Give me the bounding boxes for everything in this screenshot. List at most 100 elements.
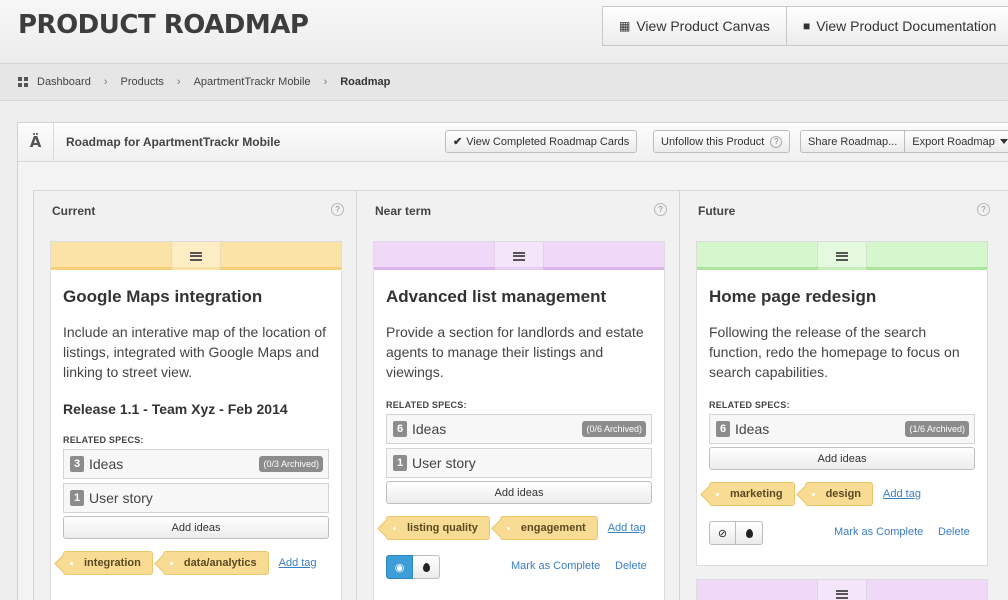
spec-row-ideas[interactable]: 3 Ideas (0/3 Archived)	[63, 449, 329, 479]
spec-name: Ideas	[412, 421, 447, 437]
share-export-group: Share Roadmap... Export Roadmap	[800, 130, 1008, 153]
drag-handle-icon[interactable]	[817, 242, 867, 270]
add-tag-link[interactable]: Add tag	[279, 557, 317, 569]
card-icon-buttons: ⊘	[709, 521, 763, 545]
spec-row-user-story[interactable]: 1 User story	[63, 483, 329, 513]
briefcase-icon: ■	[802, 19, 811, 33]
chevron-right-icon: ›	[103, 76, 108, 88]
caret-down-icon	[999, 139, 1008, 144]
card-color-bar	[51, 242, 341, 270]
delete-link[interactable]: Delete	[938, 526, 970, 538]
breadcrumb-dashboard[interactable]: Dashboard	[37, 76, 91, 88]
archived-badge: (0/3 Archived)	[259, 456, 323, 472]
spec-name: Ideas	[89, 456, 124, 472]
add-tag-link[interactable]: Add tag	[883, 488, 921, 500]
column-title: Current	[52, 204, 96, 218]
view-product-canvas-label: View Product Canvas	[636, 18, 770, 34]
tag-list: integration data/analytics Add tag	[63, 551, 329, 575]
chevron-right-icon: ›	[323, 76, 328, 88]
view-product-documentation-button[interactable]: ■ View Product Documentation	[786, 6, 1008, 46]
spec-row-ideas[interactable]: 6 Ideas (0/6 Archived)	[386, 414, 652, 444]
panel-title: Roadmap for ApartmentTrackr Mobile	[66, 135, 281, 149]
spec-name: User story	[412, 455, 476, 471]
grid-icon: ▦	[619, 19, 631, 33]
tag-integration[interactable]: integration	[63, 551, 153, 575]
spec-count: 1	[393, 455, 407, 471]
eye-hidden-icon[interactable]: ⊘	[709, 521, 736, 545]
tag-data-analytics[interactable]: data/analytics	[162, 551, 269, 575]
card-title[interactable]: Google Maps integration	[63, 287, 329, 307]
drag-handle-icon[interactable]	[817, 580, 867, 600]
help-icon[interactable]: ?	[654, 203, 667, 216]
tag-list: marketing design Add tag	[709, 482, 975, 506]
roadmap-card[interactable]: Google Maps integration Include an inter…	[50, 241, 342, 600]
add-ideas-button[interactable]: Add ideas	[63, 516, 329, 539]
spec-row-user-story[interactable]: 1 User story	[386, 448, 652, 478]
card-footer: ◉ Mark as Complete Delete	[386, 555, 652, 579]
breadcrumb-product[interactable]: ApartmentTrackr Mobile	[194, 76, 311, 88]
archived-badge: (1/6 Archived)	[905, 421, 969, 437]
breadcrumb-products[interactable]: Products	[121, 76, 164, 88]
related-specs-label: RELATED SPECS:	[386, 400, 467, 410]
add-tag-link[interactable]: Add tag	[608, 522, 646, 534]
roadmap-card[interactable]	[696, 579, 988, 600]
view-product-canvas-button[interactable]: ▦ View Product Canvas	[602, 6, 787, 46]
drag-handle-icon[interactable]	[494, 242, 544, 270]
share-roadmap-button[interactable]: Share Roadmap...	[800, 130, 906, 153]
card-color-bar	[697, 580, 987, 600]
export-roadmap-label: Export Roadmap	[912, 135, 995, 148]
unfollow-button[interactable]: Unfollow this Product ?	[653, 130, 791, 153]
add-ideas-button[interactable]: Add ideas	[709, 447, 975, 470]
help-icon[interactable]: ?	[331, 203, 344, 216]
chevron-right-icon: ›	[176, 76, 181, 88]
roadmap-card[interactable]: Home page redesign Following the release…	[696, 241, 988, 566]
panel-header: Ä Roadmap for ApartmentTrackr Mobile ✔ V…	[18, 123, 1008, 162]
card-title[interactable]: Home page redesign	[709, 287, 975, 307]
tag-engagement[interactable]: engagement	[499, 516, 598, 540]
archived-badge: (0/6 Archived)	[582, 421, 646, 437]
help-icon[interactable]: ?	[977, 203, 990, 216]
column-near-term: Near term ? Advanced list management Pro…	[356, 190, 680, 600]
tag-design[interactable]: design	[804, 482, 874, 506]
spec-count: 1	[70, 490, 84, 506]
view-completed-button[interactable]: ✔ View Completed Roadmap Cards	[445, 130, 638, 153]
column-header: Future ?	[680, 191, 1008, 228]
mark-complete-link[interactable]: Mark as Complete	[511, 560, 600, 572]
color-drop-icon[interactable]	[413, 555, 440, 579]
column-title: Future	[698, 204, 736, 218]
color-drop-icon[interactable]	[736, 521, 763, 545]
breadcrumb: Dashboard › Products › ApartmentTrackr M…	[0, 64, 1008, 101]
top-header: PRODUCT ROADMAP ▦ View Product Canvas ■ …	[0, 0, 1008, 64]
breadcrumb-current: Roadmap	[340, 76, 391, 88]
product-logo-icon: Ä	[18, 123, 54, 161]
drag-handle-icon[interactable]	[171, 242, 221, 270]
mark-complete-link[interactable]: Mark as Complete	[834, 526, 923, 538]
unfollow-label: Unfollow this Product	[661, 135, 765, 148]
related-specs-label: RELATED SPECS:	[63, 435, 144, 445]
spec-count: 3	[70, 456, 84, 472]
card-color-bar	[697, 242, 987, 270]
card-footer: ⊘ Mark as Complete Delete	[709, 521, 975, 545]
card-release: Release 1.1 - Team Xyz - Feb 2014	[63, 401, 288, 417]
add-ideas-button[interactable]: Add ideas	[386, 481, 652, 504]
help-icon: ?	[770, 135, 783, 148]
tag-list: listing quality engagement Add tag	[386, 516, 652, 540]
export-roadmap-button[interactable]: Export Roadmap	[905, 130, 1008, 153]
view-product-documentation-label: View Product Documentation	[816, 18, 997, 34]
dashboard-grid-icon	[18, 77, 28, 87]
delete-link[interactable]: Delete	[615, 560, 647, 572]
card-icon-buttons: ◉	[386, 555, 440, 579]
column-future: Future ? Home page redesign Following th…	[679, 190, 1008, 600]
column-title: Near term	[375, 204, 432, 218]
spec-count: 6	[393, 421, 407, 437]
roadmap-card[interactable]: Advanced list management Provide a secti…	[373, 241, 665, 600]
card-description: Following the release of the search func…	[709, 324, 960, 380]
spec-row-ideas[interactable]: 6 Ideas (1/6 Archived)	[709, 414, 975, 444]
card-title[interactable]: Advanced list management	[386, 287, 652, 307]
eye-icon[interactable]: ◉	[386, 555, 413, 579]
tag-listing-quality[interactable]: listing quality	[386, 516, 490, 540]
tag-marketing[interactable]: marketing	[709, 482, 795, 506]
spec-name: Ideas	[735, 421, 770, 437]
page-title: PRODUCT ROADMAP	[18, 10, 309, 40]
view-completed-label: View Completed Roadmap Cards	[466, 135, 630, 148]
